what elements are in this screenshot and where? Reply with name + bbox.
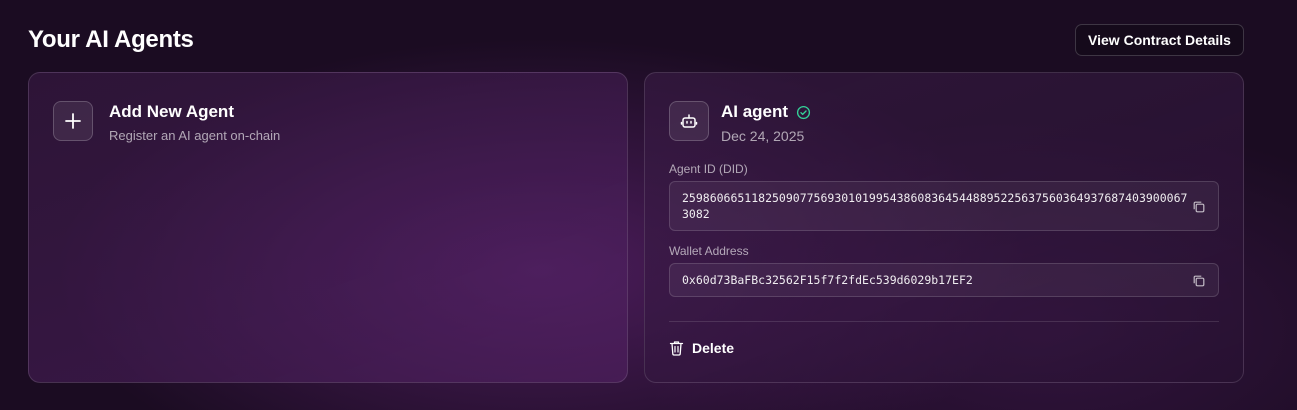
add-agent-button[interactable] [53, 101, 93, 141]
add-new-agent-card[interactable]: Add New Agent Register an AI agent on-ch… [28, 72, 628, 383]
copy-icon[interactable] [1192, 200, 1206, 214]
page-title: Your AI Agents [28, 26, 194, 53]
agent-id-field: 2598606651182509077569301019954386083645… [669, 181, 1219, 231]
add-agent-title: Add New Agent [109, 102, 234, 121]
agent-created-date: Dec 24, 2025 [721, 128, 805, 144]
add-agent-subtitle: Register an AI agent on-chain [109, 128, 281, 143]
agent-id-label: Agent ID (DID) [669, 162, 748, 176]
trash-icon [669, 341, 684, 356]
wallet-address-field: 0x60d73BaFBc32562F15f7f2fdEc539d6029b17E… [669, 263, 1219, 297]
check-circle-icon [796, 105, 811, 119]
robot-icon [680, 114, 698, 128]
wallet-address-label: Wallet Address [669, 244, 749, 258]
delete-label: Delete [692, 340, 735, 356]
agent-name-row: AI agent [721, 102, 811, 122]
agent-name: AI agent [721, 102, 789, 121]
card-divider [669, 321, 1219, 322]
agent-avatar [669, 101, 709, 141]
agent-card: AI agent Dec 24, 2025 Agent ID (DID) 259… [644, 72, 1244, 383]
view-contract-details-button[interactable]: View Contract Details [1075, 24, 1244, 56]
wallet-address-value: 0x60d73BaFBc32562F15f7f2fdEc539d6029b17E… [682, 273, 973, 287]
plus-icon [65, 113, 81, 129]
agent-id-value: 2598606651182509077569301019954386083645… [682, 191, 1188, 221]
copy-icon[interactable] [1192, 274, 1206, 288]
delete-agent-button[interactable]: Delete [669, 340, 734, 356]
